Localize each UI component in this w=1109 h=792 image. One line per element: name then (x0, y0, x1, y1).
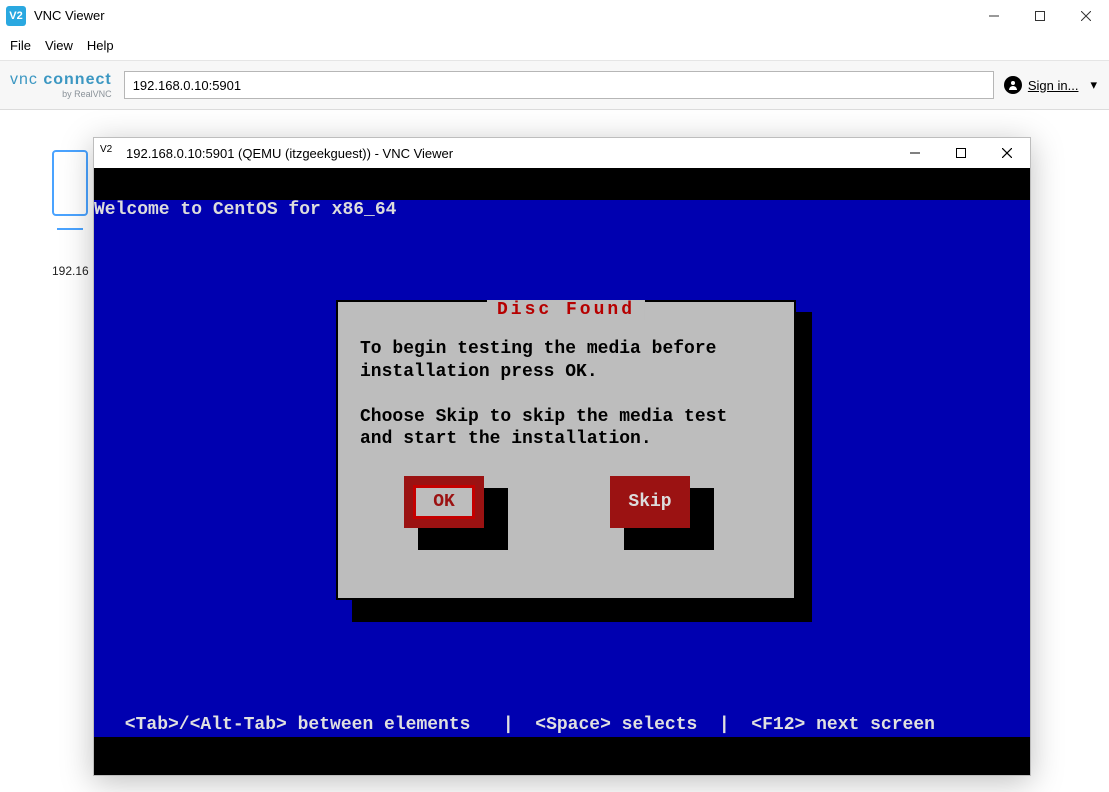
menu-help[interactable]: Help (87, 38, 114, 53)
remote-framebuffer[interactable]: Welcome to CentOS for x86_64 Disc Found … (94, 168, 1030, 775)
address-input[interactable] (124, 71, 994, 99)
outer-titlebar: V2 VNC Viewer (0, 0, 1109, 32)
brand-logo: vnc connect by RealVNC (10, 72, 112, 99)
footer-hints: <Tab>/<Alt-Tab> between elements | <Spac… (114, 715, 935, 735)
thumbnail-preview (52, 150, 88, 216)
menu-view[interactable]: View (45, 38, 73, 53)
installer-screen: Welcome to CentOS for x86_64 Disc Found … (94, 200, 1030, 737)
outer-close-button[interactable] (1063, 0, 1109, 32)
ok-button[interactable]: OK (404, 476, 484, 528)
vnc-app-icon: V2 (100, 144, 118, 162)
session-close-button[interactable] (984, 138, 1030, 168)
dialog-title: Disc Found (487, 300, 645, 320)
session-window: V2 192.168.0.10:5901 (QEMU (itzgeekguest… (93, 137, 1031, 776)
skip-button[interactable]: Skip (610, 476, 690, 528)
user-icon (1004, 76, 1022, 94)
dialog-body: To begin testing the media before instal… (360, 338, 772, 451)
workspace: 192.16 V2 192.168.0.10:5901 (QEMU (itzge… (0, 110, 1109, 792)
outer-maximize-button[interactable] (1017, 0, 1063, 32)
thumbnail-label: 192.16 (52, 264, 89, 278)
session-minimize-button[interactable] (892, 138, 938, 168)
vnc-app-icon: V2 (6, 6, 26, 26)
chevron-down-icon: ▾ (1090, 77, 1097, 93)
session-title: 192.168.0.10:5901 (QEMU (itzgeekguest)) … (126, 146, 453, 161)
session-titlebar[interactable]: V2 192.168.0.10:5901 (QEMU (itzgeekguest… (94, 138, 1030, 168)
menu-file[interactable]: File (10, 38, 31, 53)
disc-found-dialog: Disc Found To begin testing the media be… (336, 300, 796, 600)
toolbar: vnc connect by RealVNC Sign in... ▾ (0, 60, 1109, 110)
welcome-text: Welcome to CentOS for x86_64 (94, 200, 396, 220)
sign-in-label: Sign in... (1028, 78, 1079, 93)
session-maximize-button[interactable] (938, 138, 984, 168)
sign-in-button[interactable]: Sign in... ▾ (1004, 76, 1097, 94)
connection-thumbnail[interactable]: 192.16 (52, 150, 89, 278)
menubar: File View Help (0, 32, 1109, 60)
outer-minimize-button[interactable] (971, 0, 1017, 32)
app-title: VNC Viewer (34, 8, 105, 23)
